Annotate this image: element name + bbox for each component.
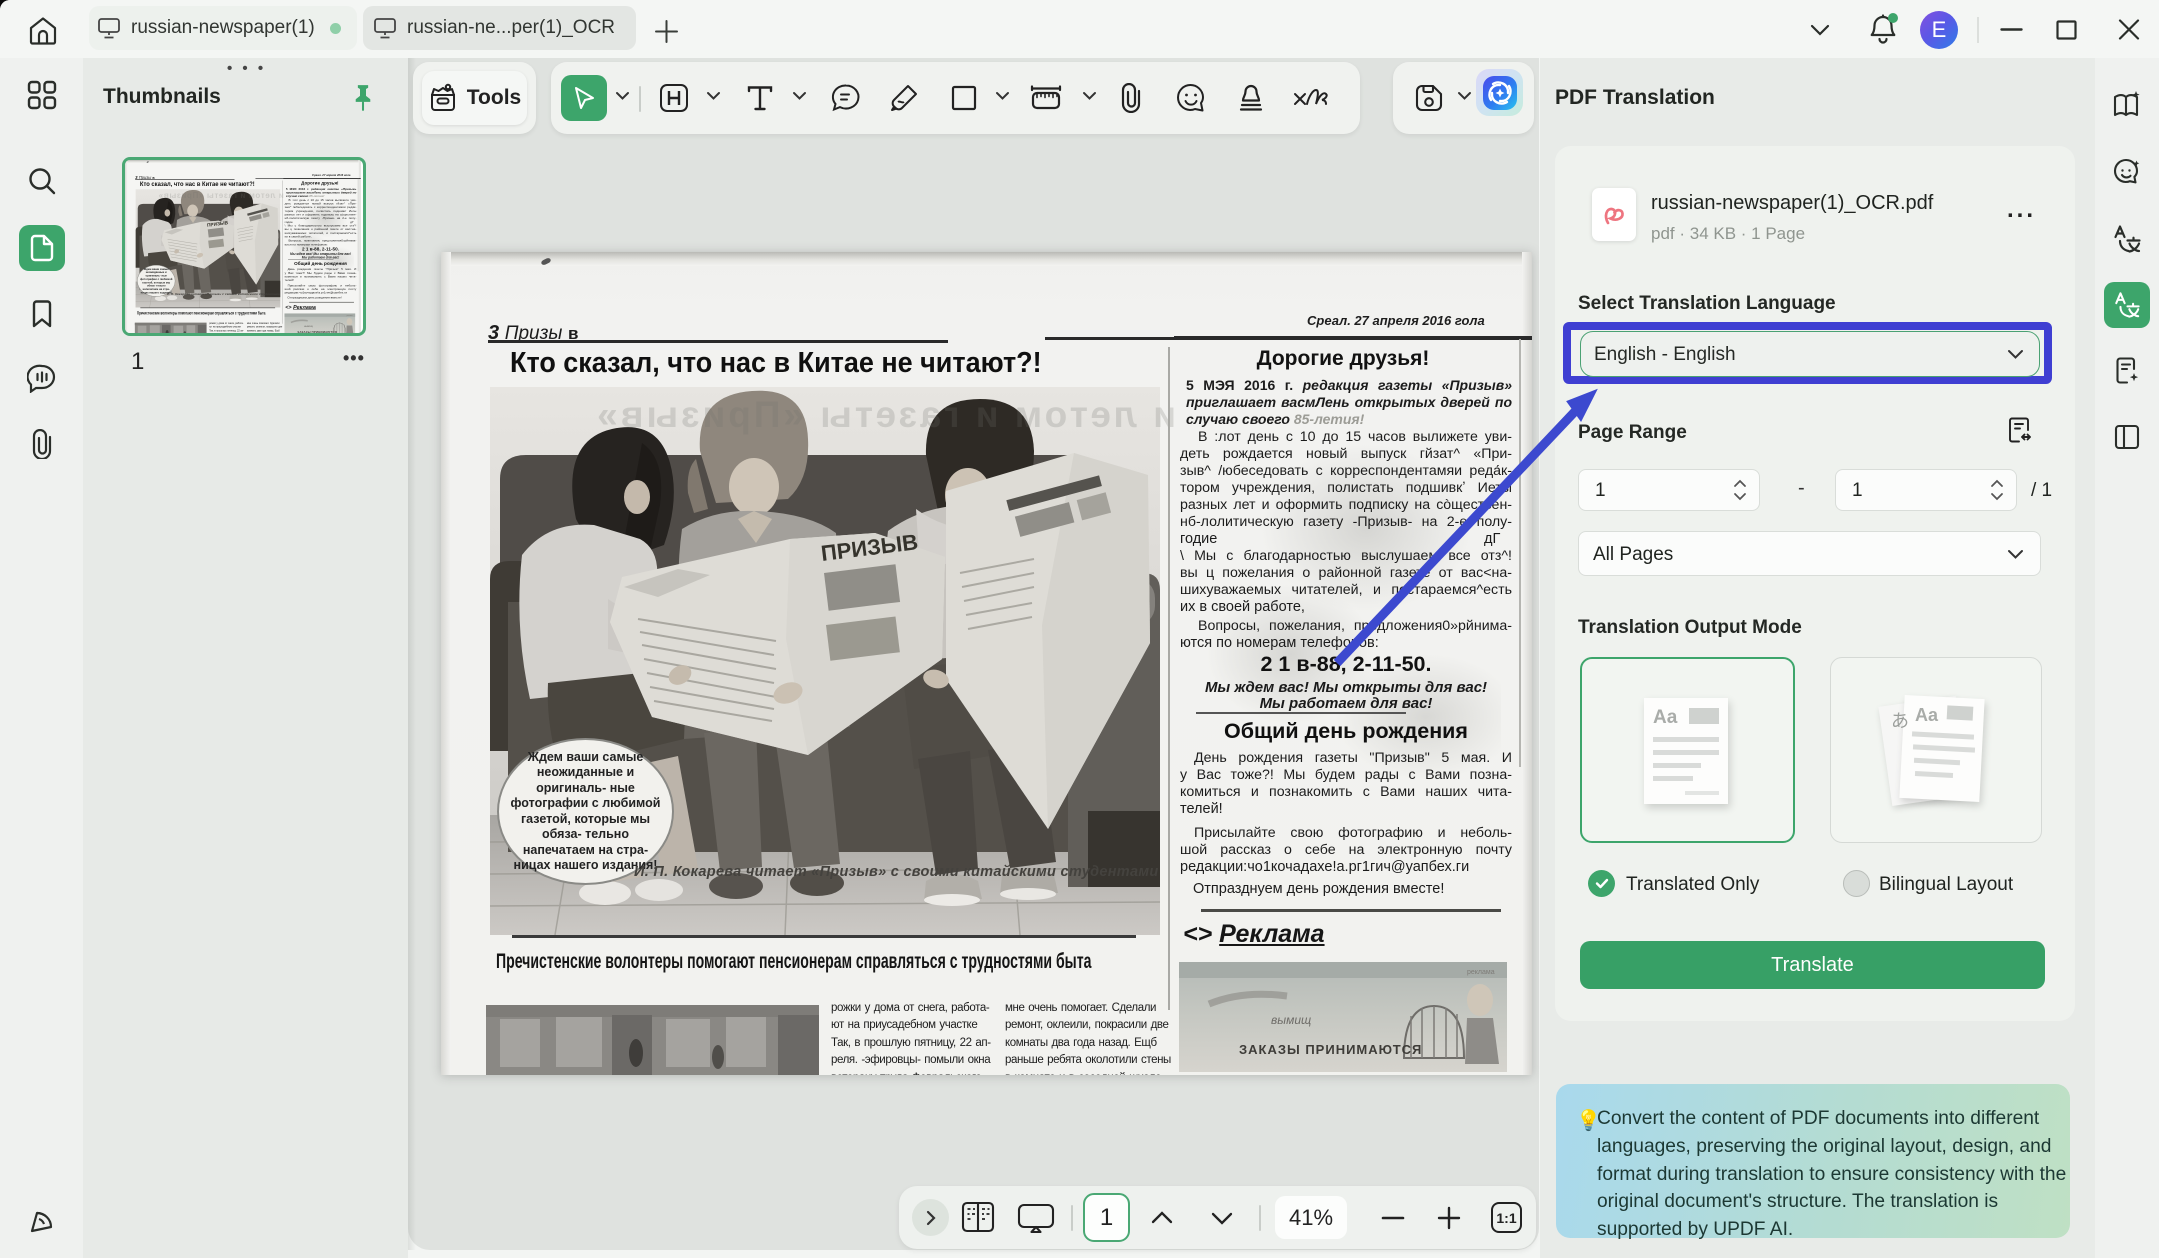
svg-text:ЗАКАЗЫ ПРИНИМАЮТСЯ: ЗАКАЗЫ ПРИНИМАЮТСЯ (297, 330, 336, 334)
svg-text:реклама: реклама (1467, 969, 1495, 976)
svg-text:реклама: реклама (347, 315, 353, 317)
svg-text:вымищ: вымищ (1271, 1013, 1311, 1027)
svg-text:ЗАКАЗЫ ПРИНИМАЮТСЯ: ЗАКАЗЫ ПРИНИМАЮТСЯ (1239, 1042, 1422, 1057)
svg-text:вымищ: вымищ (304, 325, 313, 328)
